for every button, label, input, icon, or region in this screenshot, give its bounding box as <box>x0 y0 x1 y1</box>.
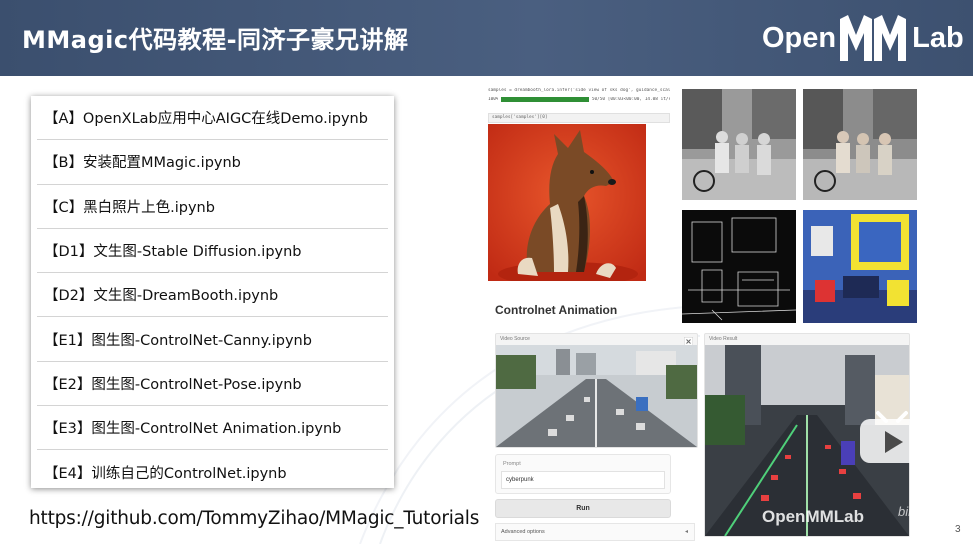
progress-stats: 50/50 [00:03<00:00, 14.08 it/s] <box>591 97 671 102</box>
bilibili-watermark: bilibili <box>898 504 930 519</box>
file-item-e2[interactable]: 【E2】图生图-ControlNet-Pose.ipynb <box>37 362 388 407</box>
progress-fill <box>501 97 589 102</box>
file-item-e3[interactable]: 【E3】图生图-ControlNet Animation.ipynb <box>37 406 388 451</box>
file-item-e1[interactable]: 【E1】图生图-ControlNet-Canny.ipynb <box>37 317 388 362</box>
progress-bar <box>501 97 589 102</box>
prompt-input[interactable]: cyberpunk <box>501 471 665 489</box>
repo-link[interactable]: https://github.com/TommyZihao/MMagic_Tut… <box>29 508 479 529</box>
controlnet-animation-title: Controlnet Animation <box>495 303 618 317</box>
file-item-c[interactable]: 【C】黑白照片上色.ipynb <box>37 185 388 229</box>
openmmlab-watermark: OpenMMLab <box>762 507 864 526</box>
code-cell: samples['samples'][0] <box>488 113 670 123</box>
advanced-options-label: Advanced options <box>501 529 545 535</box>
openmmlab-logo: Open Lab <box>762 12 964 64</box>
logo-text-lab: Lab <box>912 21 964 54</box>
chevron-left-icon: ◂ <box>684 529 688 535</box>
page-number: 3 <box>955 524 961 535</box>
file-item-d2[interactable]: 【D2】文生图-DreamBooth.ipynb <box>37 273 388 318</box>
colorized-photo <box>803 89 917 200</box>
logo-text-open: Open <box>762 21 837 54</box>
run-button[interactable]: Run <box>495 499 671 518</box>
progress-row: 100% 50/50 [00:03<00:00, 14.08 it/s] <box>488 97 670 102</box>
code-line: samples = dreambooth_lora.infer('side vi… <box>488 88 670 93</box>
video-source-frame <box>496 345 697 447</box>
progress-percent: 100% <box>488 97 499 102</box>
file-item-d1[interactable]: 【D1】文生图-Stable Diffusion.ipynb <box>37 229 388 274</box>
prompt-box: Prompt cyberpunk <box>495 454 671 494</box>
video-result-label: Video Result <box>709 336 738 342</box>
canny-edge-image <box>682 210 796 323</box>
file-item-e4[interactable]: 【E4】训练自己的ControlNet.ipynb <box>37 450 388 494</box>
prompt-label: Prompt <box>503 461 521 467</box>
dreambooth-dog-image <box>488 124 646 281</box>
file-item-a[interactable]: 【A】OpenXLab应用中心AIGC在线Demo.ipynb <box>37 96 388 141</box>
openmmlab-logo-icon <box>840 15 907 61</box>
slide-title: MMagic代码教程-同济子豪兄讲解 <box>22 26 409 54</box>
controlnet-room-image <box>803 210 917 323</box>
file-item-b[interactable]: 【B】安装配置MMagic.ipynb <box>37 140 388 185</box>
title-bar: MMagic代码教程-同济子豪兄讲解 Open Lab <box>0 0 973 76</box>
advanced-options-toggle[interactable]: Advanced options ◂ <box>495 523 695 541</box>
notebook-file-list: 【A】OpenXLab应用中心AIGC在线Demo.ipynb 【B】安装配置M… <box>31 96 394 488</box>
video-source-label: Video Source <box>500 336 530 342</box>
bw-photo-original <box>682 89 796 200</box>
play-icon[interactable] <box>858 409 926 465</box>
